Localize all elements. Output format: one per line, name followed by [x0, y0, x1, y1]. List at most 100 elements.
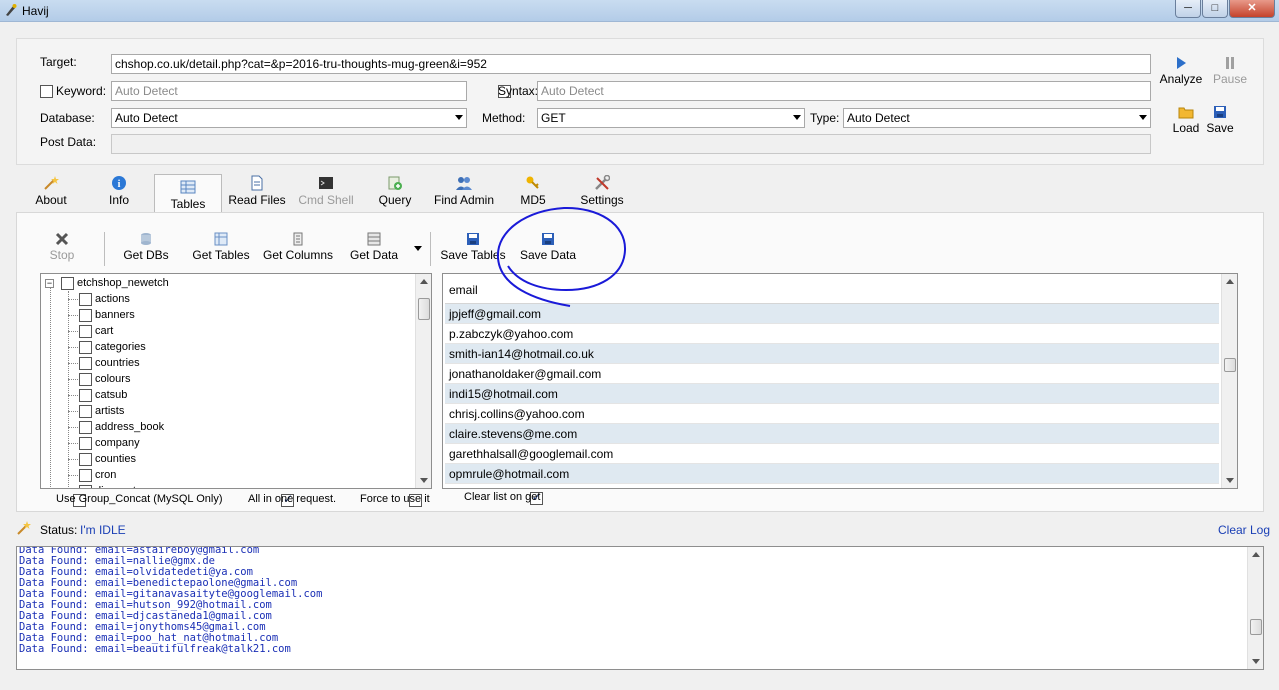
get-dbs-button[interactable]: Get DBs — [118, 232, 174, 262]
get-dbs-label: Get DBs — [123, 248, 169, 262]
tree-item[interactable]: address_book — [41, 419, 421, 435]
table-row[interactable]: indi15@hotmail.com — [445, 384, 1219, 404]
scroll-thumb[interactable] — [1224, 358, 1236, 372]
tab-query[interactable]: Query — [372, 175, 418, 211]
tree-item-label: company — [95, 437, 140, 449]
info-icon: i — [112, 176, 126, 190]
keyword-input[interactable]: Auto Detect — [111, 81, 467, 101]
tree-item-checkbox[interactable] — [79, 309, 92, 322]
database-tree[interactable]: − etchshop_newetch actions banners cart … — [40, 273, 432, 489]
scroll-down-icon[interactable] — [1226, 478, 1234, 483]
tree-item[interactable]: cart — [41, 323, 421, 339]
tree-item[interactable]: actions — [41, 291, 421, 307]
tree-scrollbar[interactable] — [415, 274, 431, 488]
load-button[interactable]: Load — [1168, 105, 1204, 135]
tree-item-checkbox[interactable] — [79, 325, 92, 338]
table-row[interactable]: smith-ian14@hotmail.co.uk — [445, 344, 1219, 364]
group-concat-label: Use Group_Concat (MySQL Only) — [56, 493, 223, 505]
clear-log-link[interactable]: Clear Log — [1218, 523, 1270, 537]
log-scrollbar[interactable] — [1247, 547, 1263, 669]
play-icon — [1177, 57, 1186, 69]
target-input[interactable]: chshop.co.uk/detail.php?cat=&p=2016-tru-… — [111, 54, 1151, 74]
database-icon — [141, 233, 151, 245]
tree-item-checkbox[interactable] — [79, 389, 92, 402]
tab-about[interactable]: About — [28, 175, 74, 211]
tab-find-admin[interactable]: Find Admin — [430, 175, 498, 211]
scroll-up-icon[interactable] — [420, 279, 428, 284]
save-button[interactable]: Save — [1204, 105, 1236, 135]
tools-icon — [595, 175, 610, 190]
tab-read-files[interactable]: Read Files — [228, 175, 286, 211]
tree-item[interactable]: catsub — [41, 387, 421, 403]
database-select[interactable]: Auto Detect — [111, 108, 467, 128]
collapse-icon[interactable]: − — [45, 279, 54, 288]
tree-item-checkbox[interactable] — [79, 341, 92, 354]
maximize-button[interactable]: □ — [1202, 0, 1228, 18]
table-icon — [214, 232, 228, 246]
tree-item[interactable]: banners — [41, 307, 421, 323]
tree-item[interactable]: discounts — [41, 483, 421, 488]
table-row[interactable]: chrisj.collins@yahoo.com — [445, 404, 1219, 424]
type-select[interactable]: Auto Detect — [843, 108, 1151, 128]
tree-item[interactable]: artists — [41, 403, 421, 419]
table-row[interactable]: p.zabczyk@yahoo.com — [445, 324, 1219, 344]
grid-scrollbar[interactable] — [1221, 274, 1237, 488]
keyword-checkbox[interactable] — [40, 85, 53, 99]
type-label: Type: — [810, 111, 840, 125]
tree-item[interactable]: colours — [41, 371, 421, 387]
table-row[interactable]: jonathanoldaker@gmail.com — [445, 364, 1219, 384]
scroll-down-icon[interactable] — [420, 478, 428, 483]
syntax-input[interactable]: Auto Detect — [537, 81, 1151, 101]
tree-item-checkbox[interactable] — [79, 453, 92, 466]
scroll-thumb[interactable] — [1250, 619, 1262, 635]
tree-item-checkbox[interactable] — [79, 469, 92, 482]
tab-tables[interactable]: Tables — [154, 174, 222, 212]
tree-item-checkbox[interactable] — [79, 357, 92, 370]
get-data-button[interactable]: Get Data — [346, 232, 402, 262]
svg-text:i: i — [118, 179, 121, 190]
tree-item-label: cart — [95, 325, 114, 337]
table-row[interactable]: garethhalsall@googlemail.com — [445, 444, 1219, 464]
get-tables-button[interactable]: Get Tables — [190, 232, 252, 262]
chevron-down-icon — [793, 115, 801, 120]
table-row[interactable]: opmrule@hotmail.com — [445, 464, 1219, 484]
tree-item-checkbox[interactable] — [79, 485, 92, 488]
tree-item[interactable]: company — [41, 435, 421, 451]
stop-button[interactable]: Stop — [44, 232, 80, 262]
tree-item-label: counties — [95, 453, 136, 465]
log-line: Data Found: email=beautifulfreak@talk21.… — [19, 643, 291, 655]
users-icon — [456, 177, 472, 190]
scroll-up-icon[interactable] — [1226, 279, 1234, 284]
tree-item[interactable]: countries — [41, 355, 421, 371]
save-label: Save — [1206, 121, 1234, 135]
tree-item-checkbox[interactable] — [79, 293, 92, 306]
tree-item-checkbox[interactable] — [79, 421, 92, 434]
tree-item[interactable]: categories — [41, 339, 421, 355]
pause-button[interactable]: Pause — [1208, 56, 1252, 86]
table-row[interactable]: claire.stevens@me.com — [445, 424, 1219, 444]
tree-item[interactable]: cron — [41, 467, 421, 483]
method-select[interactable]: GET — [537, 108, 805, 128]
postdata-input[interactable] — [111, 134, 1151, 154]
analyze-button[interactable]: Analyze — [1158, 56, 1204, 86]
log-output[interactable]: Data Found: email=astaireboy@gmail.com D… — [16, 546, 1264, 670]
tree-root-checkbox[interactable] — [61, 277, 74, 290]
tab-cmd-shell[interactable]: Cmd Shell — [296, 175, 356, 211]
close-button[interactable]: ✕ — [1229, 0, 1275, 18]
scroll-down-icon[interactable] — [1252, 659, 1260, 664]
tree-item-checkbox[interactable] — [79, 437, 92, 450]
tree-item-checkbox[interactable] — [79, 405, 92, 418]
status-label: Status: — [40, 523, 78, 537]
tree-item-checkbox[interactable] — [79, 373, 92, 386]
all-in-one-label: All in one request. — [248, 493, 337, 505]
get-columns-button[interactable]: Get Columns — [260, 232, 336, 262]
tab-info[interactable]: i Info — [98, 175, 140, 211]
tree-item[interactable]: counties — [41, 451, 421, 467]
toolbar-separator — [104, 232, 105, 266]
scroll-up-icon[interactable] — [1252, 552, 1260, 557]
scroll-thumb[interactable] — [418, 298, 430, 320]
chevron-down-icon[interactable] — [414, 246, 422, 251]
minimize-button[interactable]: ─ — [1175, 0, 1201, 18]
tab-label: About — [35, 193, 67, 207]
data-icon — [367, 232, 381, 246]
